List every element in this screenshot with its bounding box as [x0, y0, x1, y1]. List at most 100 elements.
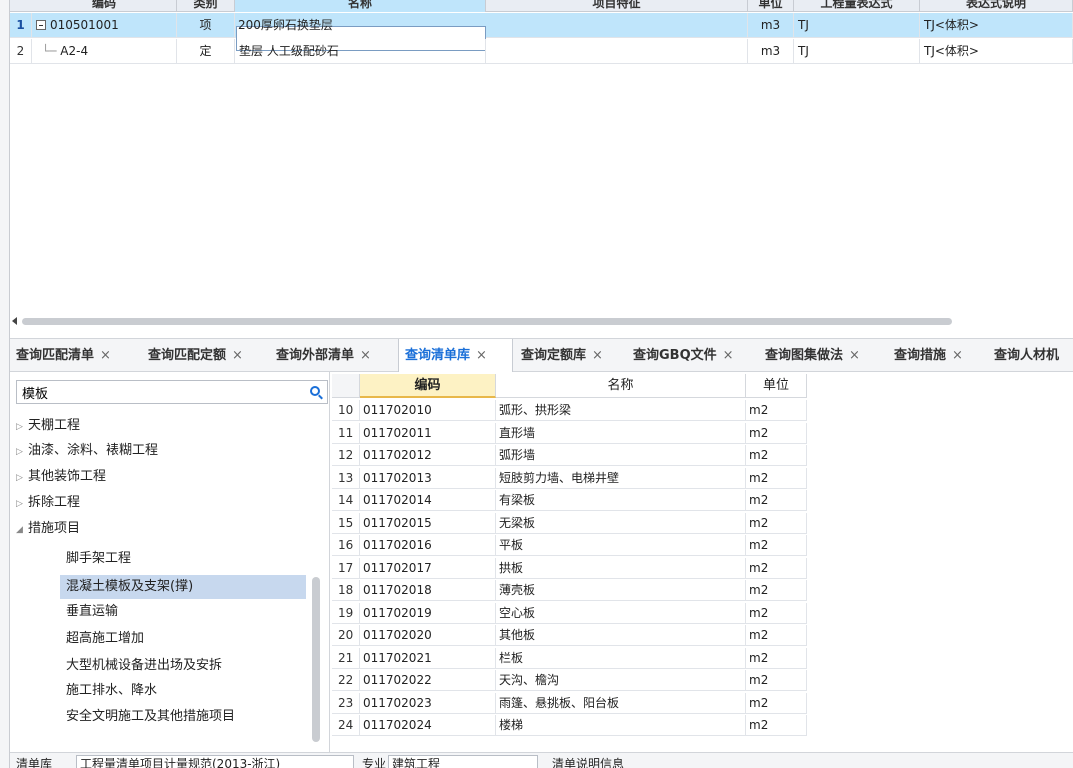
table-row[interactable]: 17 011702017 拱板 m2: [332, 557, 807, 579]
expression-desc-cell: TJ<体积>: [920, 13, 1073, 38]
tree-item-selected[interactable]: 混凝土模板及支架(撑): [60, 575, 306, 599]
table-row[interactable]: 1 010501001 项 200厚卵石换垫层 m3 TJ TJ<体积>: [10, 13, 1073, 51]
name-cell[interactable]: 垫层 人工级配砂石: [235, 39, 486, 64]
code-cell[interactable]: 010501001: [32, 13, 177, 38]
expand-icon[interactable]: ▷: [16, 415, 28, 439]
table-row[interactable]: 14 011702014 有梁板 m2: [332, 490, 807, 511]
close-icon[interactable]: ×: [592, 348, 603, 363]
table-row[interactable]: 12 011702012 弧形墙 m2: [332, 445, 807, 466]
grid-header-name[interactable]: 名称: [496, 374, 746, 398]
tab-measures[interactable]: 查询措施 ×: [888, 339, 963, 372]
row-number: 10: [332, 400, 360, 421]
type-cell[interactable]: 项: [177, 13, 235, 38]
scrollbar-thumb[interactable]: [22, 318, 952, 325]
table-row[interactable]: 19 011702019 空心板 m2: [332, 602, 807, 624]
table-row[interactable]: 11 011702011 直形墙 m2: [332, 422, 807, 444]
unit-cell[interactable]: m3: [748, 13, 794, 38]
code-cell[interactable]: └─ A2-4: [32, 39, 177, 64]
grid-header-code[interactable]: 编码: [360, 374, 496, 398]
tree-item[interactable]: 脚手架工程: [66, 547, 131, 571]
table-row[interactable]: 23 011702023 雨篷、悬挑板、阳台板 m2: [332, 692, 807, 714]
name-cell[interactable]: 200厚卵石换垫层: [236, 13, 486, 38]
name-cell: 天沟、檐沟: [496, 670, 746, 691]
code-cell: 011702012: [360, 445, 496, 466]
table-row[interactable]: 24 011702024 楼梯 m2: [332, 715, 807, 736]
tab-gbq-file[interactable]: 查询GBQ文件 ×: [627, 339, 734, 372]
collapse-icon[interactable]: ◢: [16, 518, 28, 542]
table-row[interactable]: 15 011702015 无梁板 m2: [332, 512, 807, 534]
tree-item[interactable]: ▷ 其他装饰工程: [16, 465, 106, 489]
tab-match-quota[interactable]: 查询匹配定额 ×: [142, 339, 243, 372]
grid-header-unit[interactable]: 单位: [746, 374, 807, 398]
feature-cell[interactable]: [486, 39, 748, 64]
table-row[interactable]: 22 011702022 天沟、檐沟 m2: [332, 670, 807, 691]
header-expression[interactable]: 工程量表达式: [794, 0, 920, 12]
close-icon[interactable]: ×: [476, 348, 487, 363]
table-row[interactable]: 13 011702013 短肢剪力墙、电梯井壁 m2: [332, 467, 807, 489]
unit-cell: m2: [746, 580, 807, 601]
table-row[interactable]: 2 └─ A2-4 定 垫层 人工级配砂石 m3 TJ TJ<体积>: [10, 39, 1073, 64]
header-expression-desc[interactable]: 表达式说明: [920, 0, 1073, 12]
scroll-left-icon[interactable]: [12, 317, 17, 325]
bill-notes-link[interactable]: 清单说明信息: [552, 755, 624, 768]
close-icon[interactable]: ×: [232, 348, 243, 363]
tab-bill-library[interactable]: 查询清单库 ×: [398, 339, 513, 373]
table-row[interactable]: 18 011702018 薄壳板 m2: [332, 580, 807, 601]
header-type[interactable]: 类别: [177, 0, 235, 12]
table-row[interactable]: 21 011702021 栏板 m2: [332, 647, 807, 669]
name-cell: 空心板: [496, 602, 746, 624]
close-icon[interactable]: ×: [360, 348, 371, 363]
tab-labor-material-machine[interactable]: 查询人材机: [988, 339, 1059, 372]
header-code[interactable]: 编码: [32, 0, 177, 12]
tree-item[interactable]: 施工排水、降水: [66, 679, 157, 703]
tree-item[interactable]: ◢ 措施项目: [16, 517, 80, 541]
close-icon[interactable]: ×: [723, 348, 734, 363]
query-tab-bar: 查询匹配清单 × 查询匹配定额 × 查询外部清单 × 查询清单库 × 查询定额库 × 查询…: [10, 338, 1073, 373]
search-icon[interactable]: [310, 386, 320, 396]
close-icon[interactable]: ×: [100, 348, 111, 363]
unit-cell: m2: [746, 602, 807, 624]
close-icon[interactable]: ×: [952, 348, 963, 363]
row-number: 21: [332, 647, 360, 669]
specialty-select[interactable]: 建筑工程: [388, 755, 538, 768]
tree-item[interactable]: ▷ 油漆、涂料、裱糊工程: [16, 439, 158, 463]
row-number: 17: [332, 557, 360, 579]
type-cell[interactable]: 定: [177, 39, 235, 64]
expression-cell[interactable]: TJ: [794, 39, 920, 64]
table-row[interactable]: 10 011702010 弧形、拱形梁 m2: [332, 400, 807, 421]
library-select[interactable]: 工程量清单项目计量规范(2013-浙江): [76, 755, 354, 768]
tab-external-bill[interactable]: 查询外部清单 ×: [270, 339, 371, 372]
header-name[interactable]: 名称: [235, 0, 486, 12]
expand-icon[interactable]: ▷: [16, 466, 28, 490]
tree-item[interactable]: ▷ 天棚工程: [16, 414, 80, 438]
unit-cell[interactable]: m3: [748, 39, 794, 64]
unit-cell: m2: [746, 715, 807, 736]
tab-atlas-method[interactable]: 查询图集做法 ×: [759, 339, 860, 372]
feature-cell[interactable]: [486, 13, 748, 38]
expand-icon[interactable]: ▷: [16, 440, 28, 464]
header-feature[interactable]: 项目特征: [486, 0, 748, 12]
tree-item[interactable]: 安全文明施工及其他措施项目: [66, 705, 235, 729]
collapse-icon[interactable]: [36, 20, 46, 30]
tree-scrollbar[interactable]: [312, 577, 320, 742]
header-unit[interactable]: 单位: [748, 0, 794, 12]
table-row[interactable]: 16 011702016 平板 m2: [332, 535, 807, 556]
left-edge-strip: [0, 0, 10, 768]
expand-icon[interactable]: ▷: [16, 492, 28, 516]
tree-item[interactable]: 大型机械设备进出场及安拆: [66, 654, 222, 678]
name-cell: 弧形墙: [496, 445, 746, 466]
tree-item[interactable]: ▷ 拆除工程: [16, 491, 80, 515]
name-cell: 薄壳板: [496, 580, 746, 601]
tree-item[interactable]: 超高施工增加: [66, 627, 144, 651]
search-input[interactable]: [17, 381, 297, 403]
horizontal-scrollbar[interactable]: [10, 314, 1073, 328]
tree-item[interactable]: 垂直运输: [66, 600, 118, 624]
row-number: 18: [332, 580, 360, 601]
code-cell: 011702016: [360, 535, 496, 556]
tab-match-bill[interactable]: 查询匹配清单 ×: [10, 339, 111, 372]
expression-cell[interactable]: TJ: [794, 13, 920, 38]
table-row[interactable]: 20 011702020 其他板 m2: [332, 625, 807, 646]
search-box[interactable]: [16, 380, 328, 404]
tab-quota-library[interactable]: 查询定额库 ×: [515, 339, 603, 372]
close-icon[interactable]: ×: [849, 348, 860, 363]
